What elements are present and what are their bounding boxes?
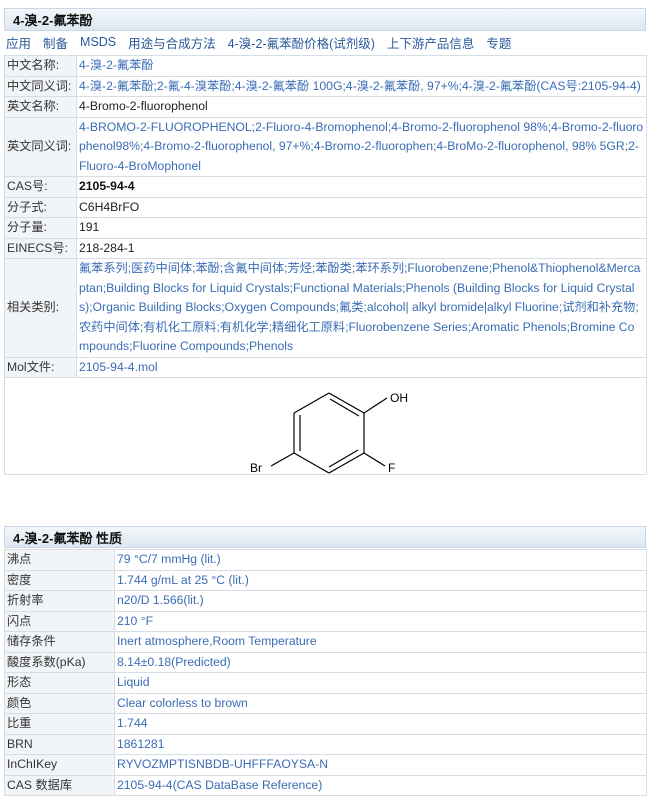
bond-oh xyxy=(363,397,388,414)
info-key: CAS号: xyxy=(4,176,77,198)
label-f: F xyxy=(388,461,395,475)
info-key: 英文同义词: xyxy=(4,116,77,177)
info-key: 分子式: xyxy=(4,196,77,218)
info-key: Mol文件: xyxy=(4,356,77,378)
property-row: 沸点 79 °C/7 mmHg (lit.) xyxy=(4,549,647,571)
property-value: RYVOZMPTISNBDB-UHFFFAOYSA-N xyxy=(114,754,647,776)
benzene-ring xyxy=(270,392,388,474)
property-key: InChIKey xyxy=(4,754,115,776)
property-value: Liquid xyxy=(114,672,647,694)
info-row: 相关类别: 氟苯系列;医药中间体;苯酚;含氟中间体;芳烃;苯酚类;苯环系列;Flu… xyxy=(4,258,647,358)
info-row: 英文同义词: 4-BROMO-2-FLUOROPHENOL;2-Fluoro-4-… xyxy=(4,116,647,177)
property-row: InChIKey RYVOZMPTISNBDB-UHFFFAOYSA-N xyxy=(4,754,647,776)
info-value: 4-BROMO-2-FLUOROPHENOL;2-Fluoro-4-Bromop… xyxy=(76,116,647,177)
info-row: CAS号: 2105-94-4 xyxy=(4,176,647,198)
property-row: BRN 1861281 xyxy=(4,733,647,755)
property-key: 密度 xyxy=(4,569,115,591)
property-row: 比重 1.744 xyxy=(4,713,647,735)
properties-table: 沸点 79 °C/7 mmHg (lit.) 密度 1.744 g/mL at 25 … xyxy=(4,549,647,796)
property-value: 8.14±0.18(Predicted) xyxy=(114,651,647,673)
property-value: 1.744 g/mL at 25 °C (lit.) xyxy=(114,569,647,591)
property-key: 储存条件 xyxy=(4,631,115,653)
property-key: 折射率 xyxy=(4,590,115,612)
property-key: 比重 xyxy=(4,713,115,735)
nav-link-upstream-downstream[interactable]: 上下游产品信息 xyxy=(387,33,475,52)
page-title: 4-溴-2-氟苯酚 xyxy=(13,13,93,28)
property-key: 闪点 xyxy=(4,610,115,632)
info-key: 中文同义词: xyxy=(4,75,77,97)
info-row: 分子量: 191 xyxy=(4,217,647,239)
property-value: 210 °F xyxy=(114,610,647,632)
bond-br xyxy=(270,452,295,467)
nav-link-price[interactable]: 4-溴-2-氟苯酚价格(试剂级) xyxy=(228,33,375,52)
info-key: 英文名称: xyxy=(4,96,77,118)
property-value: Inert atmosphere,Room Temperature xyxy=(114,631,647,653)
property-row: 储存条件 Inert atmosphere,Room Temperature xyxy=(4,631,647,653)
property-key: CAS 数据库 xyxy=(4,774,115,796)
nav-link-preparation[interactable]: 制备 xyxy=(43,33,68,52)
section-header-title: 4-溴-2-氟苯酚 xyxy=(4,8,646,31)
info-row: Mol文件: 2105-94-4.mol xyxy=(4,356,647,378)
property-value: n20/D 1.566(lit.) xyxy=(114,590,647,612)
info-row: 中文名称: 4-溴-2-氟苯酚 xyxy=(4,55,647,77)
info-value: C6H4BrFO xyxy=(76,196,647,218)
property-value: 79 °C/7 mmHg (lit.) xyxy=(114,549,647,571)
property-row: 酸度系数(pKa) 8.14±0.18(Predicted) xyxy=(4,651,647,673)
info-value: 氟苯系列;医药中间体;苯酚;含氟中间体;芳烃;苯酚类;苯环系列;Fluorobe… xyxy=(76,258,647,358)
nav-link-topic[interactable]: 专题 xyxy=(486,33,511,52)
property-row: 颜色 Clear colorless to brown xyxy=(4,692,647,714)
structure-row: OH F Br xyxy=(4,377,647,475)
property-key: BRN xyxy=(4,733,115,755)
label-oh: OH xyxy=(390,391,408,405)
properties-title: 4-溴-2-氟苯酚 性质 xyxy=(13,530,123,546)
mol-file-link[interactable]: 2105-94-4.mol xyxy=(76,356,647,378)
info-row: 中文同义词: 4-溴-2-氟苯酚;2-氟-4-溴苯酚;4-溴-2-氟苯酚 100G… xyxy=(4,75,647,97)
info-value: 4-Bromo-2-fluorophenol xyxy=(76,96,647,118)
property-value: 1.744 xyxy=(114,713,647,735)
structure-diagram: OH F Br xyxy=(250,391,408,475)
info-row: 英文名称: 4-Bromo-2-fluorophenol xyxy=(4,96,647,118)
structure-cell: OH F Br xyxy=(4,377,647,475)
info-value: 191 xyxy=(76,217,647,239)
property-value: Clear colorless to brown xyxy=(114,692,647,714)
info-value: 2105-94-4 xyxy=(76,176,647,198)
label-br: Br xyxy=(250,461,262,475)
nav-bar: 应用 制备 MSDS 用途与合成方法 4-溴-2-氟苯酚价格(试剂级) 上下游产… xyxy=(4,31,646,53)
info-key: EINECS号: xyxy=(4,237,77,259)
section-header-properties: 4-溴-2-氟苯酚 性质 xyxy=(4,526,646,548)
property-row: CAS 数据库 2105-94-4(CAS DataBase Reference) xyxy=(4,774,647,796)
property-value: 1861281 xyxy=(114,733,647,755)
info-row: EINECS号: 218-284-1 xyxy=(4,237,647,259)
nav-link-uses-synthesis[interactable]: 用途与合成方法 xyxy=(128,33,216,52)
info-key: 分子量: xyxy=(4,217,77,239)
property-key: 酸度系数(pKa) xyxy=(4,651,115,673)
property-row: 形态 Liquid xyxy=(4,672,647,694)
nav-link-msds[interactable]: MSDS xyxy=(80,35,116,49)
info-key: 相关类别: xyxy=(4,258,77,358)
info-value: 4-溴-2-氟苯酚 xyxy=(76,55,647,77)
property-row: 折射率 n20/D 1.566(lit.) xyxy=(4,590,647,612)
info-key: 中文名称: xyxy=(4,55,77,77)
property-key: 颜色 xyxy=(4,692,115,714)
info-row: 分子式: C6H4BrFO xyxy=(4,196,647,218)
property-row: 闪点 210 °F xyxy=(4,610,647,632)
property-key: 形态 xyxy=(4,672,115,694)
info-value: 218-284-1 xyxy=(76,237,647,259)
basic-info-table: 中文名称: 4-溴-2-氟苯酚 中文同义词: 4-溴-2-氟苯酚;2-氟-4-溴苯酚;… xyxy=(4,55,647,475)
property-value: 2105-94-4(CAS DataBase Reference) xyxy=(114,774,647,796)
property-key: 沸点 xyxy=(4,549,115,571)
property-row: 密度 1.744 g/mL at 25 °C (lit.) xyxy=(4,569,647,591)
info-value: 4-溴-2-氟苯酚;2-氟-4-溴苯酚;4-溴-2-氟苯酚 100G;4-溴-2… xyxy=(76,75,647,97)
bond-f xyxy=(363,452,386,467)
nav-link-application[interactable]: 应用 xyxy=(6,33,31,52)
